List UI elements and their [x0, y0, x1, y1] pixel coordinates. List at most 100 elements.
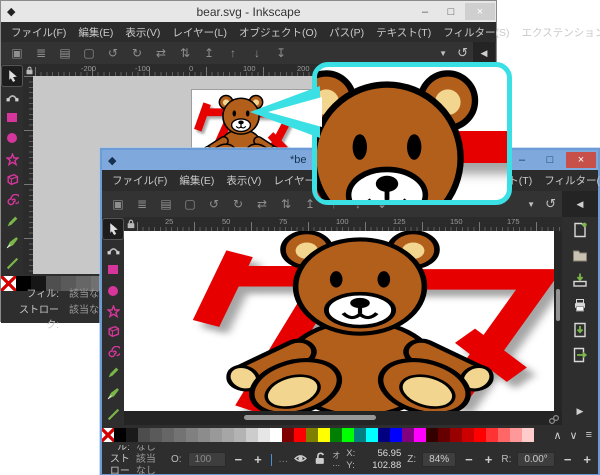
palette-swatch[interactable] — [414, 428, 426, 442]
collapse-panel-icon[interactable]: ◀ — [562, 191, 598, 217]
palette-swatch[interactable] — [366, 428, 378, 442]
document-export-icon[interactable] — [572, 342, 588, 367]
snap-icon[interactable]: ↺ — [545, 196, 556, 212]
palette-swatch[interactable] — [234, 428, 246, 442]
menu-item[interactable]: フィルター(S) — [538, 171, 600, 190]
menu-item[interactable]: ファイル(F) — [106, 171, 173, 190]
menu-item[interactable]: エクステンション(N) — [516, 23, 600, 42]
tool-ellipse[interactable] — [2, 128, 22, 148]
palette-swatch[interactable] — [498, 428, 510, 442]
rotate-ccw-icon[interactable]: ↺ — [101, 44, 125, 62]
lower-icon[interactable]: ↓ — [245, 44, 269, 62]
palette-swatch[interactable] — [354, 428, 366, 442]
rotate-cw-icon[interactable]: ↻ — [226, 195, 250, 213]
tool-selector[interactable] — [103, 219, 123, 239]
palette-swatch[interactable] — [318, 428, 330, 442]
titlebar[interactable]: ◆ bear.svg - Inkscape – □ × — [1, 1, 496, 22]
close-button[interactable]: × — [566, 152, 596, 168]
palette-swatch[interactable] — [150, 428, 162, 442]
select-all-icon[interactable]: ▣ — [5, 44, 29, 62]
tool-star[interactable] — [103, 301, 123, 321]
menu-item[interactable]: 編集(E) — [173, 171, 220, 190]
snap-icon[interactable]: ↺ — [457, 45, 468, 61]
palette-swatch[interactable] — [342, 428, 354, 442]
lower-to-bottom-icon[interactable]: ↧ — [269, 44, 293, 62]
palette-swatch[interactable] — [402, 428, 414, 442]
deselect-icon[interactable]: ▤ — [53, 44, 77, 62]
document-new-icon[interactable] — [572, 217, 588, 242]
tool-pencil[interactable] — [103, 363, 123, 383]
flip-vertical-icon[interactable]: ⇅ — [274, 195, 298, 213]
tool-spiral[interactable] — [2, 191, 22, 211]
document-open-icon[interactable] — [572, 242, 588, 267]
tool-box-3d[interactable] — [103, 322, 123, 342]
palette-swatch[interactable] — [198, 428, 210, 442]
palette-swatch[interactable] — [462, 428, 474, 442]
tool-rectangle[interactable] — [103, 260, 123, 280]
tool-calligraphy[interactable] — [103, 384, 123, 404]
opacity-increase-button[interactable]: + — [251, 452, 265, 467]
flip-horizontal-icon[interactable]: ⇄ — [250, 195, 274, 213]
tool-pencil[interactable] — [2, 212, 22, 232]
menu-item[interactable]: レイヤー(L) — [166, 23, 233, 42]
scrollbar-thumb[interactable] — [556, 289, 560, 321]
tool-eraser[interactable] — [2, 253, 22, 273]
rotate-ccw-icon[interactable]: ↺ — [202, 195, 226, 213]
menu-item[interactable]: オブジェクト(O) — [233, 23, 323, 42]
maximize-button[interactable]: □ — [536, 152, 564, 168]
chevron-down-icon[interactable]: ▼ — [439, 49, 447, 58]
layer-selector[interactable]: オ… — [332, 452, 340, 468]
flip-horizontal-icon[interactable]: ⇄ — [149, 44, 173, 62]
zoom-input[interactable]: 84% — [422, 452, 456, 467]
palette-swatch[interactable] — [378, 428, 390, 442]
palette-swatch[interactable] — [114, 428, 126, 442]
palette-swatch[interactable] — [294, 428, 306, 442]
menu-item[interactable]: パス(P) — [323, 23, 370, 42]
palette-swatch[interactable] — [426, 428, 438, 442]
palette-swatch[interactable] — [306, 428, 318, 442]
opacity-input[interactable]: 100 — [188, 452, 226, 467]
palette-swatch[interactable] — [486, 428, 498, 442]
bear-drawing-large[interactable] — [150, 231, 554, 411]
palette-swatch[interactable] — [450, 428, 462, 442]
menu-item[interactable]: 編集(E) — [72, 23, 119, 42]
palette-swatch[interactable] — [522, 428, 534, 442]
tool-node-editor[interactable] — [103, 240, 123, 260]
palette-swatch[interactable] — [246, 428, 258, 442]
palette-swatch[interactable] — [474, 428, 486, 442]
select-all-layers-icon[interactable]: ≣ — [130, 195, 154, 213]
palette-swatch[interactable] — [222, 428, 234, 442]
vertical-scrollbar[interactable] — [554, 231, 562, 411]
minimize-button[interactable]: – — [412, 3, 438, 20]
ruler-lock-icon[interactable] — [124, 217, 137, 231]
collapse-panel-icon[interactable]: ◀ — [473, 42, 495, 64]
tool-box-3d[interactable] — [2, 170, 22, 190]
rotation-increase-button[interactable]: + — [580, 452, 594, 467]
raise-to-top-icon[interactable]: ↥ — [197, 44, 221, 62]
horizontal-ruler[interactable]: 255075100125150175 — [137, 217, 562, 231]
palette-swatch[interactable] — [126, 428, 138, 442]
tool-calligraphy[interactable] — [2, 232, 22, 252]
rotate-cw-icon[interactable]: ↻ — [125, 44, 149, 62]
vertical-ruler[interactable] — [23, 76, 33, 274]
document-save-icon[interactable] — [572, 267, 588, 292]
maximize-button[interactable]: □ — [438, 3, 464, 20]
flip-vertical-icon[interactable]: ⇅ — [173, 44, 197, 62]
rotation-decrease-button[interactable]: − — [561, 452, 575, 467]
palette-swatch[interactable] — [330, 428, 342, 442]
menu-item[interactable]: ファイル(F) — [5, 23, 72, 42]
stroke-value[interactable]: 該当なし — [136, 454, 157, 475]
canvas[interactable] — [124, 231, 554, 411]
raise-icon[interactable]: ↑ — [221, 44, 245, 62]
select-all-layers-icon[interactable]: ≣ — [29, 44, 53, 62]
tool-ellipse[interactable] — [103, 281, 123, 301]
close-button[interactable]: × — [465, 3, 495, 20]
ruler-lock-icon[interactable] — [23, 64, 35, 76]
tool-star[interactable] — [2, 149, 22, 169]
palette-scroll-down-icon[interactable]: ∨ — [570, 429, 578, 442]
opacity-decrease-button[interactable]: − — [232, 452, 246, 467]
palette-swatch[interactable] — [270, 428, 282, 442]
palette-swatch[interactable] — [258, 428, 270, 442]
select-all-icon[interactable]: ▣ — [106, 195, 130, 213]
menu-item[interactable]: フィルター(S) — [437, 23, 515, 42]
